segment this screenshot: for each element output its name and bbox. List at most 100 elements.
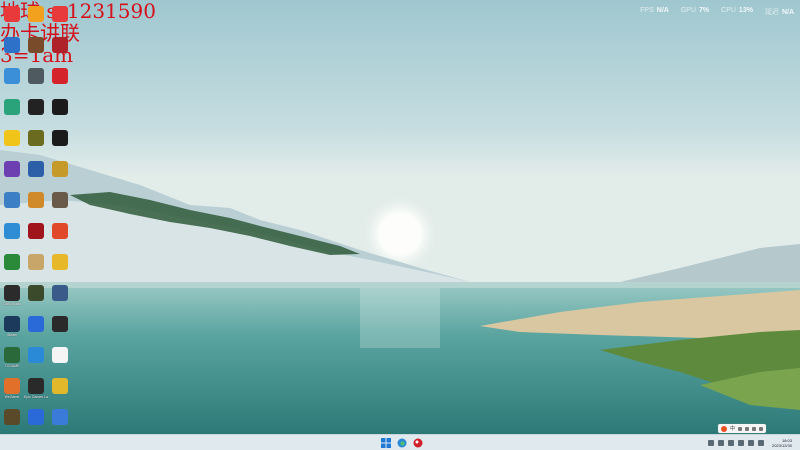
ime-logo-icon[interactable] [721,425,727,432]
network-icon[interactable] [747,440,754,446]
taskbar-apps [380,437,424,449]
app-icon [28,37,44,53]
epic-icon [28,378,44,394]
desktop-shortcut[interactable]: Epic Games Launcher [24,376,48,407]
app-icon [52,316,68,332]
desktop-shortcut[interactable] [0,97,24,128]
desktop-shortcut[interactable] [48,35,72,66]
desktop-shortcut[interactable] [48,128,72,159]
ime-skin-icon[interactable] [752,426,757,431]
tray-app-icon[interactable] [737,440,744,446]
desktop-shortcut[interactable] [24,35,48,66]
app-icon [4,254,20,270]
app-icon [52,223,68,239]
app-icon [4,37,20,53]
app-icon [4,130,20,146]
desktop-shortcut[interactable]: WeGame [0,376,24,407]
desktop-shortcut[interactable] [48,252,72,283]
desktop-shortcut-label: OBS Studio [2,302,22,306]
cpu-label: CPU [721,7,736,14]
app-icon [52,99,68,115]
desktop-shortcut[interactable] [24,345,48,376]
tray-chevron-icon[interactable] [707,440,714,446]
desktop-icon-grid: OBS Studio Steam TCGAME WeGame Epic Games La… [0,4,72,438]
desktop-shortcut[interactable] [0,128,24,159]
edge-icon[interactable] [396,437,408,449]
desktop-shortcut[interactable] [0,4,24,35]
performance-overlay: FPS N/A GPU 7% CPU 13% 延迟 N/A [640,7,794,17]
tray-app-icon[interactable] [727,440,734,446]
app-icon [4,99,20,115]
tray-app-icon[interactable] [717,440,724,446]
desktop-shortcut[interactable] [48,376,72,407]
desktop-shortcut[interactable]: Steam [0,314,24,345]
app-icon [4,409,20,425]
desktop-shortcut[interactable] [24,66,48,97]
volume-icon[interactable] [757,440,764,446]
app-icon [28,285,44,301]
desktop-shortcut[interactable] [48,314,72,345]
cpu-readout: CPU 13% [721,7,753,17]
desktop-shortcut[interactable] [24,252,48,283]
ime-toolbar[interactable]: 中 [718,424,767,433]
gpu-readout: GPU 7% [681,7,709,17]
ime-keyboard-icon[interactable] [745,426,750,431]
ime-mode-label[interactable]: 中 [730,425,735,432]
obs-icon [4,285,20,301]
desktop-shortcut-label: TCGAME [4,364,20,368]
fps-value: N/A [656,7,669,14]
app-icon [52,68,68,84]
desktop-shortcut[interactable] [48,190,72,221]
desktop-shortcut[interactable] [0,252,24,283]
desktop-shortcut[interactable] [24,4,48,35]
windows-start-icon[interactable] [380,437,392,449]
wegame-icon [4,378,20,394]
app-icon [28,68,44,84]
app-icon [4,6,20,22]
app-icon [28,409,44,425]
taskbar-clock[interactable]: 18:03 2023/12/30 [772,438,792,448]
desktop-shortcut[interactable] [24,97,48,128]
desktop-shortcut[interactable] [48,221,72,252]
app-icon [28,192,44,208]
desktop-shortcut[interactable] [0,190,24,221]
desktop-shortcut[interactable]: OBS Studio [0,283,24,314]
desktop-shortcut[interactable] [24,221,48,252]
desktop-shortcut[interactable] [24,159,48,190]
desktop-shortcut[interactable] [0,221,24,252]
desktop-shortcut[interactable] [0,35,24,66]
app-icon [52,192,68,208]
clock-date: 2023/12/30 [771,443,792,448]
app-icon [4,347,20,363]
taskbar-app-icon[interactable] [412,437,424,449]
desktop-shortcut[interactable] [24,283,48,314]
app-icon [28,161,44,177]
steam-icon [4,316,20,332]
app-icon [52,6,68,22]
app-icon [52,378,68,394]
desktop-shortcut[interactable] [48,97,72,128]
ime-settings-icon[interactable] [759,426,764,431]
desktop-shortcut[interactable] [48,4,72,35]
desktop-shortcut[interactable] [48,283,72,314]
latency-value: N/A [781,9,794,16]
desktop-shortcut[interactable] [48,159,72,190]
app-icon [52,130,68,146]
desktop-shortcut[interactable] [24,190,48,221]
desktop-shortcut[interactable] [24,314,48,345]
desktop-wallpaper [0,0,800,434]
gpu-value: 7% [699,7,710,14]
desktop-shortcut[interactable] [0,159,24,190]
desktop-shortcut[interactable]: TCGAME [0,345,24,376]
file-icon [52,347,68,363]
system-tray: 18:03 2023/12/30 [707,438,792,448]
app-icon [28,99,44,115]
desktop-shortcut[interactable] [48,345,72,376]
desktop-shortcut[interactable] [0,66,24,97]
app-icon [4,223,20,239]
ime-punctuation-icon[interactable] [738,426,743,431]
desktop-shortcut-label: WeGame [4,395,20,399]
desktop-shortcut[interactable] [48,66,72,97]
desktop-shortcut[interactable] [24,128,48,159]
app-icon [28,130,44,146]
